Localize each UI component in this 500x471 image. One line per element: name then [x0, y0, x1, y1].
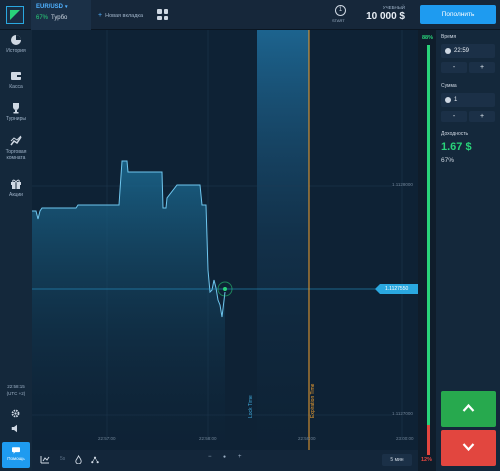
chart-canvas	[32, 30, 403, 450]
clock-icon	[445, 48, 451, 54]
bottom-toolbar: 5s − ● + 5 мин	[32, 450, 418, 471]
buy-up-button[interactable]	[441, 391, 496, 427]
amount-minus-button[interactable]: -	[441, 111, 467, 122]
sidebar-item-trading-room[interactable]: Торговая комната	[0, 135, 32, 161]
arrow-down-icon	[462, 443, 475, 452]
balance[interactable]: 10 000 $	[366, 11, 405, 22]
sidebar-item-tournaments[interactable]: Турниры	[0, 102, 32, 122]
zoom-reset-button[interactable]: ●	[223, 454, 226, 460]
up-percentage: 88%	[422, 35, 434, 41]
zoom-in-button[interactable]: +	[238, 454, 242, 460]
amount-value: 1	[454, 97, 458, 103]
time-tick: 22:57:00	[98, 436, 116, 441]
gift-icon	[11, 179, 21, 189]
time-value: 22:59	[454, 48, 470, 54]
trophy-icon	[13, 103, 19, 114]
price-tick: 1.1128000	[392, 182, 413, 187]
new-tab-button[interactable]: + Новая вкладка	[93, 0, 151, 30]
new-tab-label: Новая вкладка	[105, 13, 144, 19]
chevron-down-icon[interactable]: ▾	[65, 4, 68, 10]
sidebar-item-label: Турниры	[6, 116, 26, 122]
sidebar-item-label: Акции	[9, 192, 23, 198]
sidebar: История Касса Турниры Торговая комната А…	[0, 30, 32, 471]
deposit-button[interactable]: Пополнить	[420, 5, 496, 24]
trading-room-icon	[10, 135, 22, 146]
amount-field[interactable]: 1	[441, 93, 495, 107]
time-tick: 22:58:00	[199, 436, 217, 441]
price-area	[32, 161, 225, 450]
payout-percent: 67%	[441, 157, 455, 164]
time-label: Время	[441, 34, 457, 40]
amount-label: Сумма	[441, 83, 457, 89]
lock-time-label: Lock Time	[248, 395, 254, 418]
asset-tab[interactable]: EUR/USD ▾ 67% Турбо	[31, 0, 91, 30]
time-tick: 22:59:00	[298, 436, 316, 441]
current-price-tag: 1.1127550	[375, 284, 418, 294]
payout-label: Доходность	[441, 131, 469, 137]
chat-icon	[12, 447, 20, 454]
sentiment-bar-up	[427, 45, 430, 455]
gear-icon[interactable]	[11, 409, 20, 418]
account-type-label: УЧЕБНЫЙ	[382, 5, 405, 10]
start-icon[interactable]: 1	[335, 5, 346, 16]
zoom-out-button[interactable]: −	[208, 454, 212, 460]
sound-icon[interactable]	[11, 424, 20, 433]
drawing-tools-icon[interactable]	[90, 455, 100, 464]
start-label: START	[332, 18, 345, 23]
chart-type-icon[interactable]	[40, 455, 50, 464]
asset-payout: 67%	[36, 15, 49, 21]
timeframe-icon[interactable]: 5s	[60, 456, 65, 462]
expiration-time-label: Expiration Time	[310, 383, 316, 418]
history-pie-icon	[11, 35, 21, 45]
payout-amount: 1.67 $	[441, 141, 472, 153]
time-tick: 23:00:00	[396, 436, 414, 441]
sidebar-item-history[interactable]: История	[0, 34, 32, 54]
asset-name: EUR/USD	[36, 4, 64, 10]
sidebar-item-label: Торговая комната	[5, 149, 27, 161]
price-tick: 1.1127000	[392, 411, 413, 416]
sidebar-item-promotions[interactable]: Акции	[0, 178, 32, 198]
time-plus-button[interactable]: +	[469, 62, 495, 73]
down-percentage: 12%	[421, 457, 433, 463]
time-minus-button[interactable]: -	[441, 62, 467, 73]
lock-zone	[257, 30, 309, 450]
help-label: Помощь	[7, 456, 25, 461]
sentiment-bar-down	[427, 425, 430, 455]
time-field[interactable]: 22:59	[441, 44, 495, 58]
wallet-icon	[11, 72, 21, 80]
clock-timezone: (UTC +2)	[6, 391, 26, 396]
asset-mode: Турбо	[51, 15, 68, 21]
timeframe-button[interactable]: 5 мин	[382, 454, 412, 466]
amount-plus-button[interactable]: +	[469, 111, 495, 122]
arrow-up-icon	[462, 403, 475, 412]
price-chart[interactable]: 1.1127550 1.1128000 1.1127000 22:57:00 2…	[32, 30, 418, 450]
sidebar-item-cashier[interactable]: Касса	[0, 70, 32, 90]
sidebar-item-label: Касса	[9, 84, 23, 90]
sidebar-item-label: История	[6, 48, 26, 54]
indicators-icon[interactable]	[74, 455, 83, 464]
plus-icon: +	[98, 12, 103, 19]
grid-icon[interactable]	[157, 9, 168, 20]
current-point	[223, 287, 227, 291]
sell-down-button[interactable]	[441, 430, 496, 466]
dollar-icon	[445, 97, 451, 103]
logo	[6, 6, 24, 24]
top-bar: EUR/USD ▾ 67% Турбо + Новая вкладка 1 START…	[0, 0, 500, 30]
clock-time: 22:58:15	[7, 384, 25, 389]
help-button[interactable]: Помощь	[2, 442, 30, 468]
